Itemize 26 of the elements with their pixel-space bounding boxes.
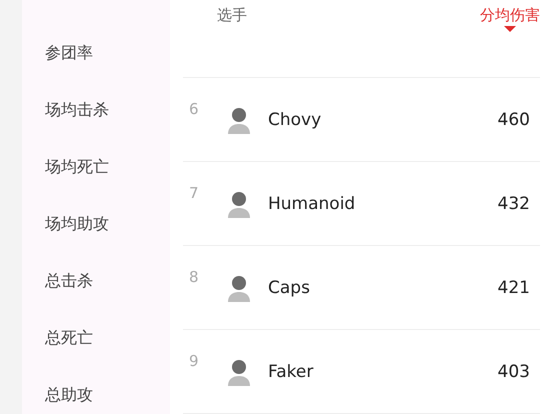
player-name: Chovy	[268, 110, 322, 130]
damage-value: 460	[498, 110, 530, 130]
column-header[interactable]: 选手	[217, 6, 247, 25]
stat-category-item[interactable]: 参团率	[22, 42, 170, 64]
person-silhouette-icon	[226, 106, 252, 134]
stat-category-item[interactable]: 场均击杀	[22, 99, 170, 121]
person-silhouette-icon	[226, 358, 252, 386]
stat-category-item[interactable]: 总死亡	[22, 327, 170, 349]
stat-category-item[interactable]: 总击杀	[22, 270, 170, 292]
damage-value: 421	[498, 278, 530, 298]
person-silhouette-icon	[226, 190, 252, 218]
rank-number: 8	[189, 268, 199, 286]
column-header[interactable]: 分均伤害	[480, 6, 540, 32]
damage-value: 432	[498, 194, 530, 214]
stat-category-item[interactable]: 场均死亡	[22, 156, 170, 178]
player-name: Caps	[268, 278, 311, 298]
person-silhouette-icon	[226, 274, 252, 302]
player-name: Faker	[268, 362, 314, 382]
damage-value: 403	[498, 362, 530, 382]
player-name: Humanoid	[268, 194, 356, 214]
rank-number: 7	[189, 184, 199, 202]
stat-category-item[interactable]: 总助攻	[22, 384, 170, 406]
sort-down-icon	[504, 26, 516, 32]
stat-category-item[interactable]: 场均助攻	[22, 213, 170, 235]
rank-number: 6	[189, 100, 199, 118]
rank-number: 9	[189, 352, 199, 370]
